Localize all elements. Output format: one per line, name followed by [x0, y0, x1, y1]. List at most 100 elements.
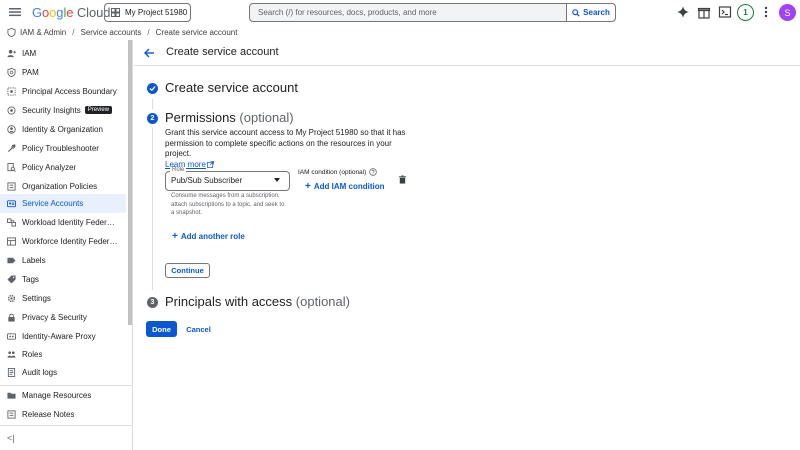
account-circle-icon	[7, 124, 16, 134]
search-input[interactable]	[250, 4, 566, 21]
sidebar-item-label: Identity & Organization	[22, 124, 103, 134]
step1-title[interactable]: Create service account	[165, 80, 298, 95]
sidebar-item-workforce-identity-federation[interactable]: Workforce Identity Federation	[0, 232, 126, 250]
wrench-icon	[7, 144, 16, 152]
sidebar-item-label: IAM	[22, 48, 37, 58]
step-connector-line	[152, 99, 153, 109]
cancel-button[interactable]: Cancel	[183, 321, 214, 337]
document-search-icon	[7, 162, 16, 172]
sidebar-item-audit-logs[interactable]: Audit logs	[0, 363, 126, 381]
boundary-icon	[7, 86, 16, 96]
folder-icon	[7, 392, 16, 399]
gemini-sparkle-icon[interactable]	[676, 5, 690, 19]
sidebar-scrollbar[interactable]	[128, 40, 132, 325]
sidebar-item-organization-policies[interactable]: Organization Policies	[0, 177, 126, 195]
sidebar-item-settings[interactable]: Settings	[0, 289, 126, 307]
shield-clock-icon	[7, 67, 16, 77]
sidebar-item-label: Roles	[22, 349, 43, 359]
step-connector-line	[152, 128, 153, 290]
sidebar-item-labels[interactable]: Labels	[0, 251, 126, 269]
sidebar-item-label: Tags	[22, 274, 39, 284]
list-icon	[7, 181, 16, 191]
delete-icon[interactable]	[398, 175, 407, 184]
add-another-role-label: Add another role	[180, 232, 245, 241]
collapse-sidebar-icon[interactable]: <|	[7, 433, 15, 443]
done-button[interactable]: Done	[146, 321, 177, 337]
google-cloud-logo[interactable]: Google Cloud	[32, 5, 110, 20]
add-iam-condition-button[interactable]: + Add IAM condition	[305, 181, 385, 192]
breadcrumb-separator: /	[147, 28, 150, 37]
sidebar-item-label: PAM	[22, 67, 39, 77]
help-icon[interactable]	[369, 168, 377, 176]
tag-icon	[7, 274, 16, 284]
open-in-new-icon	[207, 160, 214, 168]
chevron-down-icon	[274, 178, 280, 182]
lock-icon	[8, 313, 15, 322]
sidebar-item-principal-access-boundary[interactable]: Principal Access Boundary	[0, 82, 126, 100]
add-iam-condition-label: Add IAM condition	[313, 182, 385, 191]
role-helper-text: Consume messages from a subscription, at…	[171, 193, 285, 216]
sidebar: IAM PAM Principal Access Boundary Securi…	[0, 40, 133, 450]
sidebar-item-label: Service Accounts	[22, 199, 84, 208]
step3-title-text: Principals with access	[165, 294, 293, 309]
project-selector[interactable]: My Project 51980	[104, 3, 191, 22]
sidebar-item-release-notes[interactable]: Release Notes	[0, 405, 126, 423]
page-header: Create service account	[134, 40, 800, 66]
hamburger-menu-icon[interactable]	[8, 5, 22, 19]
search-bar: Search	[249, 3, 616, 22]
sidebar-item-service-accounts[interactable]: Service Accounts	[0, 194, 126, 213]
permissions-description: Grant this service account access to My …	[165, 128, 415, 170]
plus-icon: +	[305, 181, 311, 192]
more-vert-icon[interactable]	[759, 5, 773, 19]
step2-title-text: Permissions	[165, 110, 236, 125]
sidebar-item-label: Workload Identity Federation	[22, 217, 118, 227]
sidebar-item-identity-aware-proxy[interactable]: Identity-Aware Proxy	[0, 327, 126, 345]
audit-icon	[7, 367, 16, 377]
sidebar-item-label: Manage Resources	[22, 390, 92, 400]
sidebar-item-tags[interactable]: Tags	[0, 270, 126, 288]
gear-icon	[7, 294, 16, 302]
breadcrumb-current: Create service account	[155, 28, 238, 37]
sidebar-item-label: Identity-Aware Proxy	[22, 331, 96, 341]
search-button[interactable]: Search	[566, 4, 615, 21]
sidebar-item-iam[interactable]: IAM	[0, 44, 126, 62]
sidebar-item-policy-troubleshooter[interactable]: Policy Troubleshooter	[0, 139, 126, 157]
breadcrumb: IAM & Admin / Service accounts / Create …	[0, 25, 800, 40]
sidebar-item-security-insights[interactable]: Security Insights Preview	[0, 101, 126, 119]
project-name: My Project 51980	[125, 8, 188, 17]
step2-title: Permissions (optional)	[165, 110, 294, 125]
gift-icon[interactable]	[697, 5, 711, 19]
label-icon	[7, 257, 16, 263]
step2-optional: (optional)	[239, 110, 294, 125]
sidebar-item-roles[interactable]: Roles	[0, 345, 126, 363]
step3-title[interactable]: Principals with access (optional)	[165, 294, 350, 309]
service-account-icon	[7, 200, 16, 208]
sidebar-item-privacy-security[interactable]: Privacy & Security	[0, 308, 126, 326]
sidebar-item-identity-organization[interactable]: Identity & Organization	[0, 120, 126, 138]
sidebar-item-policy-analyzer[interactable]: Policy Analyzer	[0, 158, 126, 176]
avatar[interactable]: S	[779, 4, 796, 21]
cloud-shell-terminal-icon[interactable]	[718, 5, 732, 19]
roles-icon	[7, 350, 16, 358]
role-select-label: Role	[170, 167, 187, 173]
sidebar-item-label: Labels	[22, 255, 46, 265]
sidebar-item-workload-identity-federation[interactable]: Workload Identity Federation	[0, 213, 126, 231]
sidebar-item-label: Release Notes	[22, 409, 75, 419]
breadcrumb-service-accounts[interactable]: Service accounts	[80, 28, 141, 37]
notifications-badge[interactable]: 1	[737, 4, 754, 21]
proxy-icon	[7, 332, 16, 340]
sidebar-item-pam[interactable]: PAM	[0, 63, 126, 81]
breadcrumb-iam-admin[interactable]: IAM & Admin	[20, 28, 66, 37]
step2-number: 2	[147, 113, 158, 124]
sidebar-item-label: Policy Analyzer	[22, 162, 77, 172]
insights-icon	[7, 105, 16, 115]
workforce-icon	[7, 236, 16, 246]
step-complete-check-icon	[147, 83, 158, 94]
sidebar-item-manage-resources[interactable]: Manage Resources	[0, 386, 126, 404]
sidebar-divider	[0, 425, 133, 426]
add-another-role-button[interactable]: + Add another role	[172, 231, 245, 242]
logo-google-text: Google	[32, 5, 74, 20]
search-button-label: Search	[583, 8, 610, 17]
back-arrow-icon[interactable]	[143, 47, 155, 59]
continue-button[interactable]: Continue	[165, 263, 210, 278]
